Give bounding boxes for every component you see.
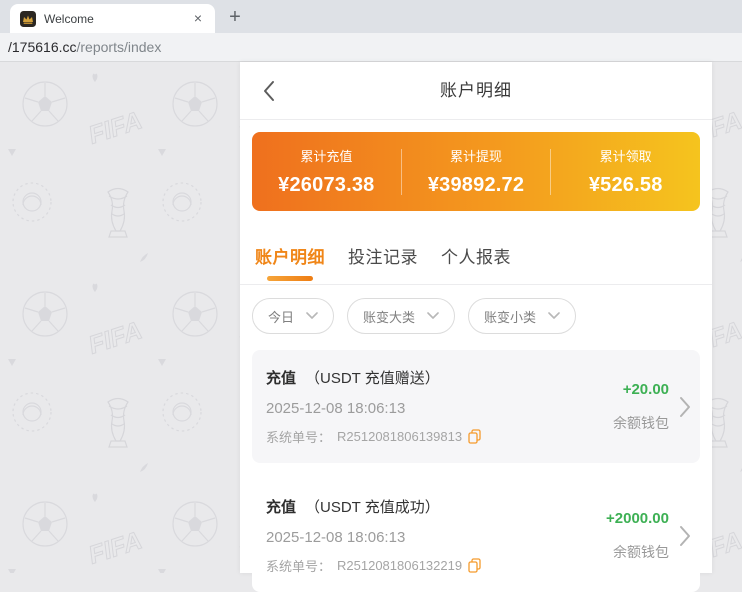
browser-tab-strip: Welcome × + <box>0 0 742 33</box>
transaction-type: 充值 <box>266 370 297 387</box>
filter-minor-category-dropdown[interactable]: 账变小类 <box>468 298 577 334</box>
browser-tab[interactable]: Welcome × <box>10 4 215 33</box>
transaction-row[interactable]: 充值 （USDT 充值成功） 2025-12-08 18:06:13 系统单号： R… <box>252 479 700 592</box>
transaction-subtype: （USDT 充值赠送） <box>305 370 440 387</box>
transaction-wallet: 余额钱包 <box>613 543 669 560</box>
stats-summary-card: 累计充值 ¥26073.38 累计提现 ¥39892.72 累计领取 ¥526.… <box>252 132 700 211</box>
stat-total-claimed: 累计领取 ¥526.58 <box>551 146 700 197</box>
transaction-wallet: 余额钱包 <box>613 414 669 431</box>
url-host: /175616.cc <box>8 39 77 55</box>
transaction-amount-block: +2000.00 余额钱包 <box>606 496 669 575</box>
chevron-right-icon <box>680 525 690 546</box>
transaction-amount: +2000.00 <box>606 509 669 527</box>
page-title: 账户明细 <box>440 81 512 100</box>
transaction-info: 充值 （USDT 充值赠送） 2025-12-08 18:06:13 系统单号： R… <box>266 367 613 446</box>
transaction-amount: +20.00 <box>622 380 669 398</box>
order-label: 系统单号： <box>266 430 332 445</box>
transaction-row[interactable]: 充值 （USDT 充值赠送） 2025-12-08 18:06:13 系统单号： R… <box>252 350 700 463</box>
stat-value: ¥39892.72 <box>427 174 525 196</box>
tab-bet-records[interactable]: 投注记录 <box>345 237 421 284</box>
copy-icon[interactable] <box>468 429 481 444</box>
transaction-list: 充值 （USDT 充值赠送） 2025-12-08 18:06:13 系统单号： R… <box>240 334 712 592</box>
transaction-type: 充值 <box>266 499 297 516</box>
page-header: 账户明细 <box>240 62 712 120</box>
tab-label: 个人报表 <box>441 248 511 267</box>
tab-personal-report[interactable]: 个人报表 <box>438 237 514 284</box>
filter-label: 账变大类 <box>363 309 416 325</box>
stat-value: ¥26073.38 <box>278 174 375 196</box>
report-tabs: 账户明细 投注记录 个人报表 <box>240 237 712 285</box>
stat-label: 累计领取 <box>599 149 652 164</box>
tab-account-detail[interactable]: 账户明细 <box>252 237 328 284</box>
transaction-subtype: （USDT 充值成功） <box>305 499 440 516</box>
chevron-down-icon <box>306 312 318 319</box>
tab-close-icon[interactable]: × <box>189 10 207 28</box>
stat-total-deposit: 累计充值 ¥26073.38 <box>252 146 401 197</box>
stat-value: ¥526.58 <box>588 174 663 196</box>
url-path: /reports/index <box>76 39 162 55</box>
filter-label: 今日 <box>268 309 295 325</box>
back-button[interactable] <box>262 80 276 102</box>
chevron-down-icon <box>427 312 439 319</box>
active-tab-indicator <box>267 276 313 281</box>
transaction-datetime: 2025-12-08 18:06:13 <box>266 529 406 546</box>
filter-row: 今日 账变大类 账变小类 <box>240 285 712 334</box>
transaction-info: 充值 （USDT 充值成功） 2025-12-08 18:06:13 系统单号： R… <box>266 496 606 575</box>
report-panel: 账户明细 累计充值 ¥26073.38 累计提现 ¥39892.72 累计领取 … <box>240 62 712 592</box>
filter-date-dropdown[interactable]: 今日 <box>252 298 335 334</box>
new-tab-button[interactable]: + <box>221 3 249 31</box>
filter-label: 账变小类 <box>484 309 537 325</box>
order-label: 系统单号： <box>266 559 332 574</box>
chevron-down-icon <box>548 312 560 319</box>
chevron-right-icon <box>680 396 690 417</box>
tab-label: 账户明细 <box>255 248 325 267</box>
tab-title: Welcome <box>44 11 94 26</box>
transaction-amount-block: +20.00 余额钱包 <box>613 367 669 446</box>
order-number: R2512081806132219 <box>337 558 463 573</box>
stat-label: 累计充值 <box>300 149 353 164</box>
stat-label: 累计提现 <box>450 149 503 164</box>
order-number: R2512081806139813 <box>337 429 463 444</box>
tab-label: 投注记录 <box>348 248 418 267</box>
filter-major-category-dropdown[interactable]: 账变大类 <box>347 298 456 334</box>
site-favicon-icon <box>20 10 36 27</box>
transaction-datetime: 2025-12-08 18:06:13 <box>266 400 406 417</box>
url-bar[interactable]: /175616.cc/reports/index <box>0 33 742 62</box>
stat-total-withdraw: 累计提现 ¥39892.72 <box>402 146 551 197</box>
copy-icon[interactable] <box>468 558 481 573</box>
